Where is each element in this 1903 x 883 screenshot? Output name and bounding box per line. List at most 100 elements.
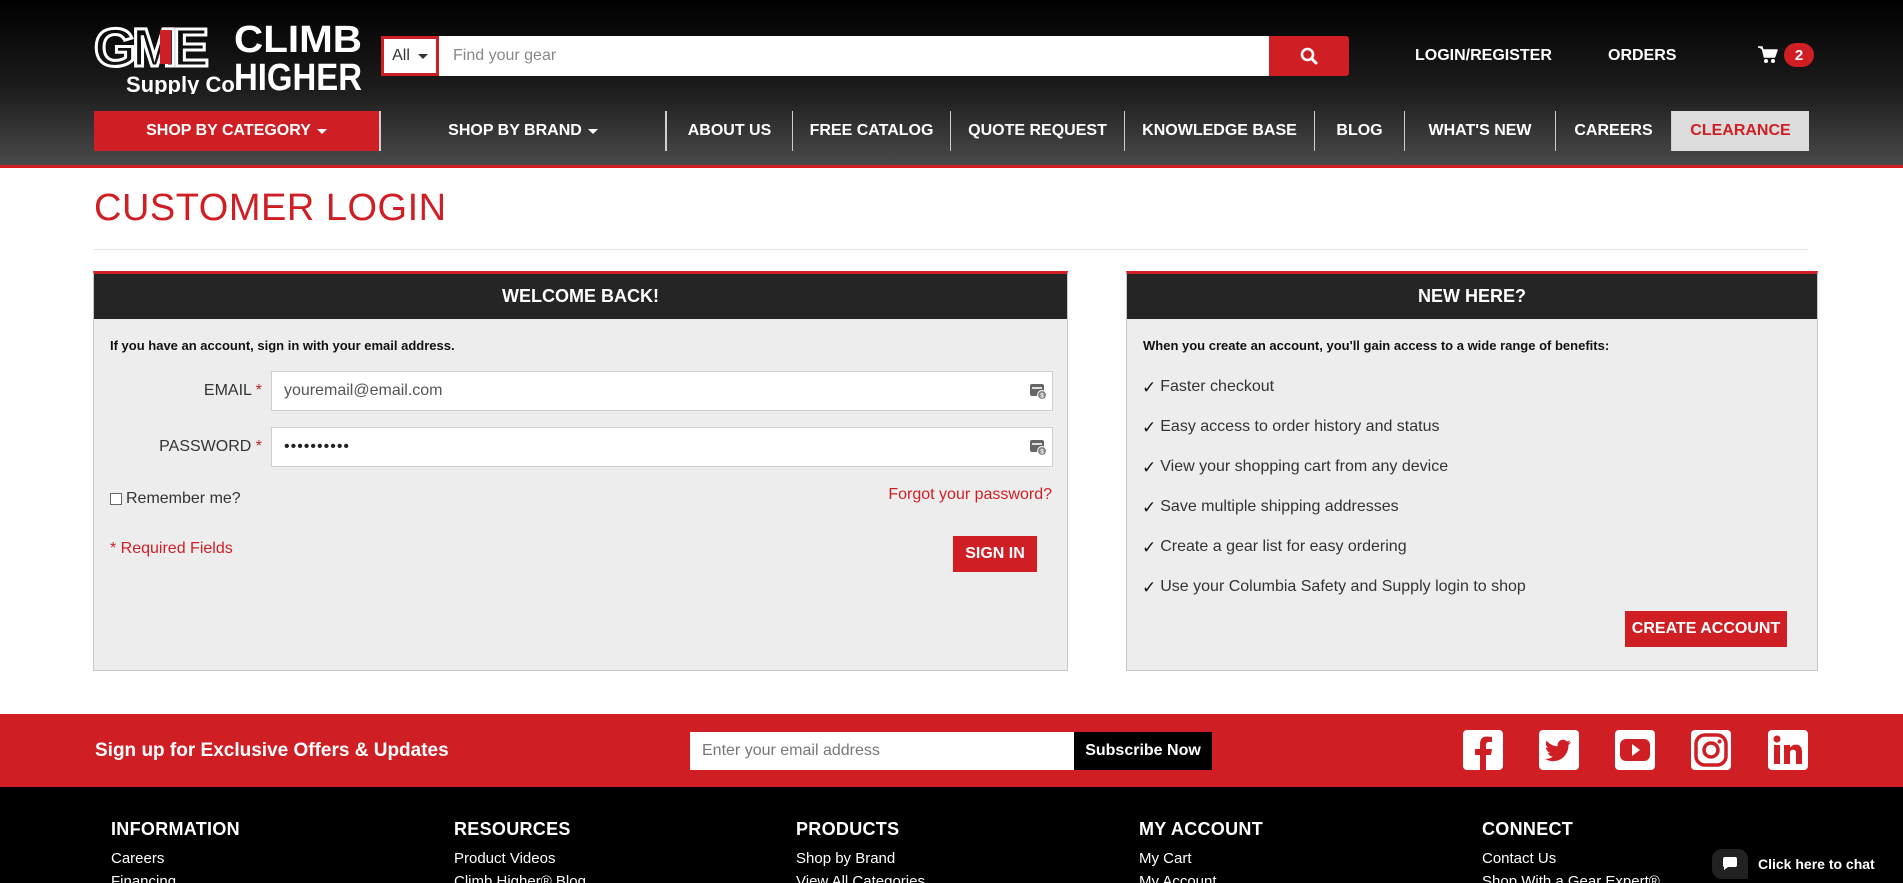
- nav-careers[interactable]: CAREERS: [1556, 111, 1672, 151]
- login-panel: WELCOME BACK! If you have an account, si…: [93, 271, 1068, 671]
- footer-heading: PRODUCTS: [796, 819, 900, 839]
- login-intro: If you have an account, sign in with you…: [110, 338, 455, 353]
- cart-icon: [1758, 46, 1778, 63]
- nav-about-us[interactable]: ABOUT US: [666, 111, 793, 151]
- site-footer: INFORMATION Careers Financing RESOURCES …: [0, 787, 1903, 883]
- instagram-icon[interactable]: [1690, 729, 1732, 771]
- check-icon: ✓: [1142, 418, 1157, 437]
- benefit-text: View your shopping cart from any device: [1160, 458, 1449, 475]
- email-label-text: EMAIL: [203, 382, 252, 399]
- nav-knowledge-base[interactable]: KNOWLEDGE BASE: [1125, 111, 1315, 151]
- footer-heading: CONNECT: [1482, 819, 1574, 839]
- logo-climb: CLIMB: [234, 19, 362, 61]
- required-asterisk: *: [255, 438, 262, 455]
- footer-link[interactable]: Financing: [111, 873, 240, 883]
- subscribe-button[interactable]: Subscribe Now: [1074, 732, 1212, 770]
- register-intro: When you create an account, you'll gain …: [1143, 338, 1610, 353]
- list-item: ✓ Create a gear list for easy ordering: [1142, 538, 1526, 578]
- create-account-button[interactable]: CREATE ACCOUNT: [1625, 611, 1787, 647]
- register-panel-heading: NEW HERE?: [1127, 274, 1817, 319]
- footer-column-my-account: MY ACCOUNT My Cart My Account: [1139, 819, 1263, 883]
- page-title: CUSTOMER LOGIN: [94, 187, 447, 229]
- footer-column-resources: RESOURCES Product Videos Climb Higher® B…: [454, 819, 586, 883]
- login-panel-heading: WELCOME BACK!: [94, 274, 1067, 319]
- email-field[interactable]: [271, 371, 1053, 411]
- remember-me-label: Remember me?: [126, 490, 241, 507]
- check-icon: ✓: [1142, 498, 1157, 517]
- footer-link[interactable]: My Cart: [1139, 850, 1263, 867]
- youtube-icon[interactable]: [1614, 729, 1656, 771]
- list-item: ✓ Save multiple shipping addresses: [1142, 498, 1526, 538]
- nav-label: FREE CATALOG: [809, 122, 934, 139]
- nav-label: CAREERS: [1574, 122, 1653, 139]
- chat-label: Click here to chat: [1758, 855, 1875, 872]
- footer-heading: MY ACCOUNT: [1139, 819, 1263, 839]
- benefit-text: Use your Columbia Safety and Supply logi…: [1160, 578, 1526, 595]
- nav-shop-by-category[interactable]: SHOP BY CATEGORY: [94, 111, 380, 151]
- required-asterisk: *: [255, 382, 262, 399]
- chat-icon: [1712, 848, 1748, 879]
- benefit-text: Create a gear list for easy ordering: [1160, 538, 1407, 555]
- newsletter-email-input[interactable]: [690, 732, 1074, 770]
- password-manager-icon[interactable]: $: [1029, 382, 1047, 400]
- footer-link[interactable]: My Account: [1139, 873, 1263, 883]
- footer-column-information: INFORMATION Careers Financing: [111, 819, 240, 883]
- list-item: ✓ Use your Columbia Safety and Supply log…: [1142, 578, 1526, 618]
- footer-link[interactable]: Contact Us: [1482, 850, 1660, 867]
- check-icon: ✓: [1142, 538, 1157, 557]
- nav-label: KNOWLEDGE BASE: [1142, 122, 1297, 139]
- nav-label: BLOG: [1336, 122, 1383, 139]
- nav-label: SHOP BY CATEGORY: [146, 122, 311, 139]
- site-logo[interactable]: GME Supply Co CLIMB HIGHER: [94, 16, 364, 95]
- password-manager-icon[interactable]: $: [1029, 438, 1047, 456]
- nav-shop-by-brand[interactable]: SHOP BY BRAND: [380, 111, 666, 151]
- nav-whats-new[interactable]: WHAT'S NEW: [1405, 111, 1556, 151]
- footer-link[interactable]: Shop by Brand: [796, 850, 925, 867]
- footer-link[interactable]: Product Videos: [454, 850, 586, 867]
- sign-in-button[interactable]: SIGN IN: [953, 536, 1037, 572]
- nav-blog[interactable]: BLOG: [1315, 111, 1405, 151]
- footer-link[interactable]: Careers: [111, 850, 240, 867]
- search-category-select[interactable]: All: [381, 36, 439, 76]
- facebook-icon[interactable]: [1462, 729, 1504, 771]
- remember-me-checkbox[interactable]: Remember me?: [110, 490, 241, 508]
- divider: [94, 249, 1808, 250]
- footer-link[interactable]: Shop With a Gear Expert®: [1482, 873, 1660, 883]
- footer-heading: RESOURCES: [454, 819, 571, 839]
- search-input[interactable]: [439, 36, 1269, 76]
- footer-link[interactable]: View All Categories: [796, 873, 925, 883]
- logo-supply-co: Supply Co: [126, 72, 235, 94]
- chevron-down-icon: [316, 128, 327, 134]
- logo-higher: HIGHER: [234, 57, 362, 94]
- checkbox-box[interactable]: [110, 493, 122, 505]
- forgot-password-link[interactable]: Forgot your password?: [888, 486, 1052, 504]
- chevron-down-icon: [417, 53, 428, 59]
- linkedin-icon[interactable]: [1767, 729, 1809, 771]
- search-bar: All: [381, 36, 1349, 76]
- nav-label: ABOUT US: [687, 122, 772, 139]
- chevron-down-icon: [587, 128, 598, 134]
- password-row: PASSWORD * $: [94, 427, 1069, 467]
- nav-label: SHOP BY BRAND: [448, 122, 582, 139]
- cart-button[interactable]: 2: [1758, 43, 1814, 67]
- footer-heading: INFORMATION: [111, 819, 240, 839]
- list-item: ✓ Faster checkout: [1142, 378, 1526, 418]
- nav-clearance[interactable]: CLEARANCE: [1672, 111, 1809, 151]
- register-panel: NEW HERE? When you create an account, yo…: [1126, 271, 1818, 671]
- nav-quote-request[interactable]: QUOTE REQUEST: [951, 111, 1125, 151]
- footer-link[interactable]: Climb Higher® Blog: [454, 873, 586, 883]
- required-fields-note: * Required Fields: [110, 540, 233, 557]
- logo-gme: GME: [94, 18, 207, 78]
- nav-free-catalog[interactable]: FREE CATALOG: [793, 111, 951, 151]
- site-header: GME Supply Co CLIMB HIGHER All LOGIN/REG…: [0, 0, 1903, 168]
- password-field[interactable]: [271, 427, 1053, 467]
- search-button[interactable]: [1269, 36, 1349, 76]
- chat-widget-button[interactable]: Click here to chat: [1712, 844, 1903, 883]
- orders-link[interactable]: ORDERS: [1608, 47, 1676, 65]
- benefit-text: Easy access to order history and status: [1160, 418, 1440, 435]
- login-register-link[interactable]: LOGIN/REGISTER: [1415, 47, 1552, 65]
- twitter-icon[interactable]: [1538, 729, 1580, 771]
- cart-count-badge: 2: [1784, 43, 1814, 67]
- newsletter-bar: Sign up for Exclusive Offers & Updates S…: [0, 714, 1903, 787]
- email-row: EMAIL * $: [94, 371, 1069, 411]
